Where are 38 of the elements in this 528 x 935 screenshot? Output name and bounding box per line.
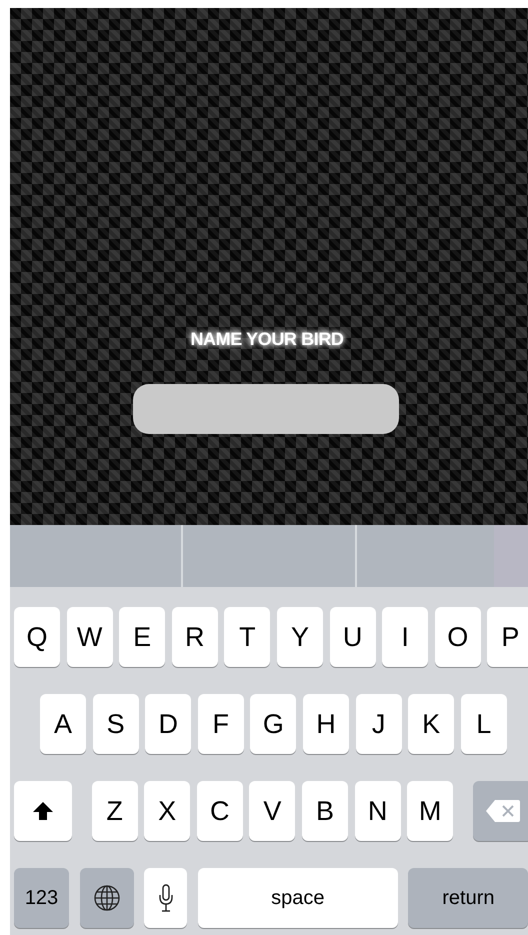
globe-key[interactable] [80,868,134,928]
letter-key[interactable]: L [460,694,507,754]
letter-key[interactable]: O [434,607,481,667]
numbers-key[interactable]: 123 [14,868,69,928]
letter-key[interactable]: U [330,607,376,667]
backspace-icon [484,799,521,823]
letter-key[interactable]: J [356,694,402,754]
letter-key[interactable]: V [249,781,296,841]
letter-key[interactable]: F [198,694,244,754]
letter-key[interactable]: S [92,694,139,754]
microphone-icon [158,883,174,913]
letter-key[interactable]: Q [14,607,60,667]
letter-key[interactable]: I [382,607,428,667]
space-key[interactable]: space [198,868,398,928]
letter-key[interactable]: X [144,781,190,841]
prompt-title: NAME YOUR BIRD [190,329,344,350]
letter-key[interactable]: Z [92,781,138,841]
letter-key[interactable]: B [302,781,348,841]
shift-arrow-icon [32,801,54,821]
shift-key[interactable] [14,781,72,841]
globe-icon [92,884,121,912]
letter-key[interactable]: A [40,694,86,754]
letter-key[interactable]: R [172,607,218,667]
letter-key[interactable]: W [66,607,113,667]
return-key[interactable]: return [408,868,528,928]
letter-key[interactable]: N [354,781,401,841]
letter-key[interactable]: H [302,694,349,754]
letter-key[interactable]: K [408,694,454,754]
letter-key[interactable]: C [196,781,243,841]
letter-key[interactable]: E [119,607,166,667]
letter-key[interactable]: G [250,694,296,754]
letter-key[interactable]: T [224,607,270,667]
name-input-field[interactable] [133,384,399,434]
letter-key[interactable]: D [145,694,192,754]
letter-key[interactable]: Y [276,607,323,667]
letter-key[interactable]: M [407,781,454,841]
letter-key[interactable]: P [487,607,528,667]
dictation-key[interactable] [144,868,188,928]
